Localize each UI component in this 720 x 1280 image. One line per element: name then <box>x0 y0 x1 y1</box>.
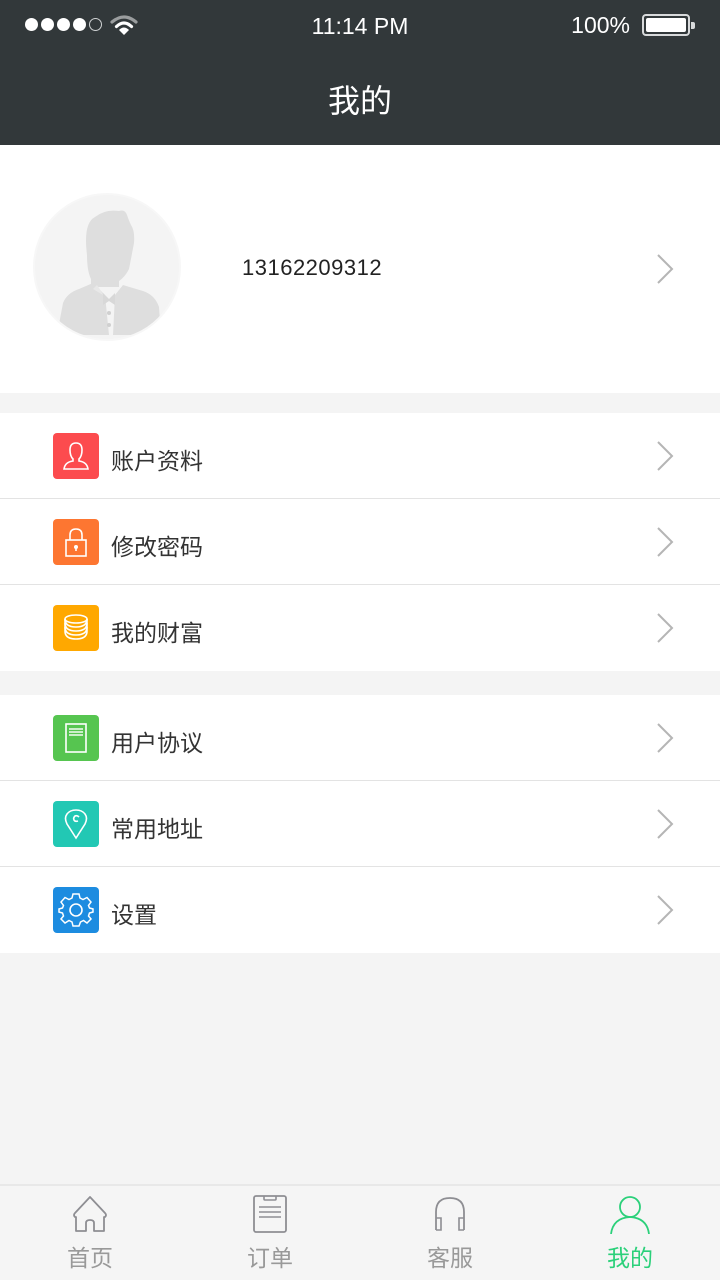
gear-icon <box>58 893 94 927</box>
chevron-right-icon <box>657 441 674 471</box>
menu-label: 常用地址 <box>111 817 203 843</box>
chevron-right-icon <box>657 809 674 839</box>
chevron-right-icon <box>657 613 674 643</box>
location-pin-icon <box>64 809 88 840</box>
page-title: 我的 <box>327 82 392 120</box>
menu-label: 设置 <box>111 903 157 929</box>
icon-box <box>53 519 99 565</box>
person-icon <box>610 1196 650 1234</box>
menu-item-user-agreement[interactable]: 用户协议 <box>0 695 720 781</box>
user-icon <box>63 442 89 470</box>
coins-icon <box>64 614 88 640</box>
status-bar: 11:14 PM 100% <box>0 0 720 52</box>
icon-box <box>53 801 99 847</box>
tab-label: 订单 <box>247 1246 293 1272</box>
avatar-silhouette <box>57 210 161 335</box>
chevron-right-icon <box>657 723 674 753</box>
icon-box <box>53 715 99 761</box>
chevron-right-icon <box>657 527 674 557</box>
battery-tip <box>691 22 695 29</box>
profile-card[interactable]: 13162209312 <box>0 145 720 393</box>
phone-number: 13162209312 <box>242 255 383 280</box>
header: 11:14 PM 100% 我的 <box>0 0 720 145</box>
icon-box <box>53 887 99 933</box>
chevron-right-icon <box>657 895 674 925</box>
tab-mine[interactable]: 我的 <box>540 1186 720 1280</box>
tab-label: 我的 <box>607 1246 653 1272</box>
chevron-right-icon[interactable] <box>656 253 674 285</box>
battery-icon <box>642 14 695 36</box>
tab-customer-service[interactable]: 客服 <box>360 1186 540 1280</box>
menu-group-other: 用户协议 常用地址 设置 <box>0 695 720 953</box>
menu-label: 用户协议 <box>111 731 203 757</box>
menu-item-change-password[interactable]: 修改密码 <box>0 499 720 585</box>
menu-group-account: 账户资料 修改密码 我的财富 <box>0 413 720 671</box>
document-icon <box>65 723 87 753</box>
bottom-tab-bar: 首页 订单 客服 我的 <box>0 1184 720 1280</box>
menu-item-settings[interactable]: 设置 <box>0 867 720 953</box>
menu-item-account-info[interactable]: 账户资料 <box>0 413 720 499</box>
battery-percent: 100% <box>571 12 630 38</box>
tab-home[interactable]: 首页 <box>0 1186 180 1280</box>
menu-label: 我的财富 <box>111 621 203 647</box>
lock-icon <box>65 528 87 557</box>
order-icon <box>253 1195 287 1233</box>
headphones-icon <box>435 1197 465 1231</box>
home-icon <box>73 1196 107 1232</box>
menu-item-my-wealth[interactable]: 我的财富 <box>0 585 720 671</box>
menu-label: 修改密码 <box>111 535 203 561</box>
tab-orders[interactable]: 订单 <box>180 1186 360 1280</box>
menu-label: 账户资料 <box>111 449 203 475</box>
tab-label: 客服 <box>427 1246 473 1272</box>
icon-box <box>53 605 99 651</box>
default-avatar-icon[interactable] <box>33 193 181 341</box>
icon-box <box>53 433 99 479</box>
tab-label: 首页 <box>67 1246 113 1272</box>
battery-fill <box>646 18 686 32</box>
menu-item-frequent-addresses[interactable]: 常用地址 <box>0 781 720 867</box>
